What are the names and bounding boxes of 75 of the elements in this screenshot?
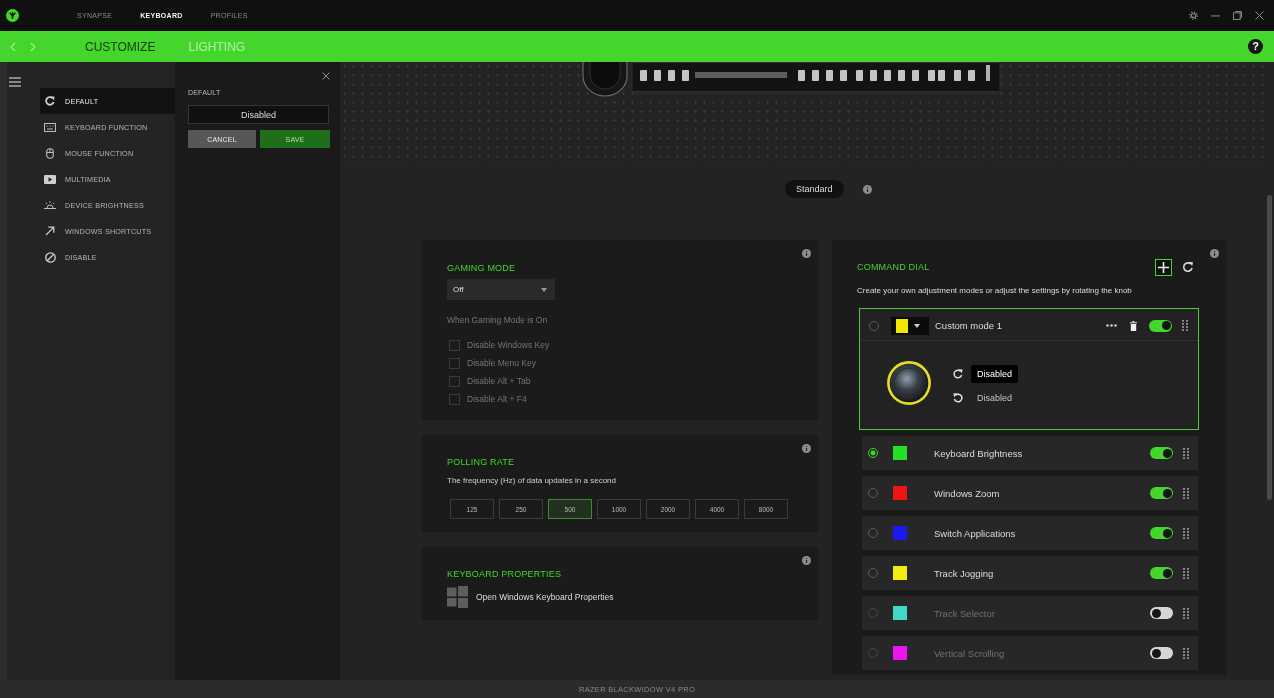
knob-icon <box>887 361 931 405</box>
reset-icon <box>45 96 55 106</box>
tab[interactable]: CUSTOMIZE <box>85 38 156 55</box>
mode-button[interactable]: Standard <box>785 180 844 198</box>
trash-icon[interactable] <box>1130 320 1137 331</box>
checkbox-label: Disable Menu Key <box>467 358 536 368</box>
reset-icon[interactable] <box>1182 261 1194 273</box>
mode-name: Keyboard Brightness <box>934 447 1023 459</box>
description: Create your own adjustment modes or adjust the settings by rotating the knob <box>857 285 1133 297</box>
drag-handle-icon[interactable] <box>1183 447 1189 459</box>
checkbox-label: Disable Windows Key <box>467 340 550 350</box>
mode-name: Switch Applications <box>934 527 1016 539</box>
toggle-switch[interactable] <box>1150 567 1173 579</box>
keyboard-properties-link[interactable]: Open Windows Keyboard Properties <box>447 586 614 608</box>
keyboard-icon <box>44 122 56 132</box>
window-tiles-icon <box>447 586 468 608</box>
mode-row[interactable]: Switch Applications <box>862 516 1198 550</box>
caret-icon <box>914 323 920 328</box>
panel-title: COMMAND DIAL <box>857 261 930 273</box>
value-field[interactable]: Disabled <box>188 105 329 124</box>
mode-name: Track Selector <box>934 607 995 619</box>
maximize-icon[interactable] <box>1233 11 1242 20</box>
info-icon[interactable] <box>802 249 811 258</box>
info-icon[interactable] <box>1210 249 1219 258</box>
mode-row[interactable]: Windows Zoom <box>862 476 1198 510</box>
mode-name: Vertical Scrolling <box>934 647 1005 659</box>
toggle-switch[interactable] <box>1150 527 1173 539</box>
drag-handle-icon[interactable] <box>1183 487 1189 499</box>
checkbox-label: Disable Alt + F4 <box>467 394 527 404</box>
section-label: When Gaming Mode is On <box>447 314 548 326</box>
logo-icon <box>6 9 19 22</box>
close-icon[interactable] <box>1255 11 1264 20</box>
mode-name: Windows Zoom <box>934 487 1000 499</box>
info-icon[interactable] <box>802 556 811 565</box>
close-icon[interactable] <box>322 72 330 80</box>
drag-handle-icon[interactable] <box>1182 320 1188 331</box>
add-button[interactable] <box>1155 258 1172 276</box>
drag-handle-icon[interactable] <box>1183 527 1189 539</box>
mode-row[interactable]: Track Jogging <box>862 556 1198 590</box>
panel-title: KEYBOARD PROPERTIES <box>447 568 562 580</box>
scrollbar-thumb[interactable] <box>1267 195 1272 500</box>
menu-icon[interactable] <box>9 77 21 87</box>
more-icon[interactable] <box>1106 324 1117 327</box>
drag-handle-icon[interactable] <box>1183 607 1189 619</box>
help-button[interactable]: ? <box>1248 39 1263 54</box>
radio-button[interactable] <box>868 448 878 458</box>
drag-handle-icon[interactable] <box>1183 647 1189 659</box>
checkbox-label: Disable Alt + Tab <box>467 376 531 386</box>
mouse-icon <box>46 147 54 159</box>
color-picker-button[interactable] <box>891 316 929 335</box>
counterclockwise-icon <box>953 393 963 403</box>
mode-name: Track Jogging <box>934 567 994 579</box>
brightness-icon <box>44 201 56 209</box>
toggle-switch[interactable] <box>1150 447 1173 459</box>
toggle-switch[interactable] <box>1150 487 1173 499</box>
info-icon[interactable] <box>862 184 872 194</box>
plus-icon <box>1158 261 1169 273</box>
arrow-icon <box>45 226 55 236</box>
description: The frequency (Hz) of data updates in a second <box>447 475 616 487</box>
panel-title: POLLING RATE <box>447 456 515 468</box>
toggle-switch[interactable] <box>1150 607 1173 619</box>
info-icon[interactable] <box>802 444 811 453</box>
panel-title: GAMING MODE <box>447 262 516 274</box>
prohibited-icon <box>44 251 56 263</box>
drag-handle-icon[interactable] <box>1183 567 1189 579</box>
toggle-switch[interactable] <box>1150 647 1173 659</box>
action-value[interactable]: Disabled <box>971 365 1019 383</box>
mode-name: Custom mode 1 <box>935 320 1003 331</box>
play-icon <box>44 174 56 184</box>
action-value[interactable]: Disabled <box>971 389 1019 407</box>
mode-row[interactable]: Keyboard Brightness <box>862 436 1198 470</box>
toggle-switch[interactable] <box>1149 319 1172 332</box>
caret-icon <box>541 287 547 292</box>
settings-icon[interactable] <box>1189 11 1198 20</box>
clockwise-icon <box>953 369 963 379</box>
